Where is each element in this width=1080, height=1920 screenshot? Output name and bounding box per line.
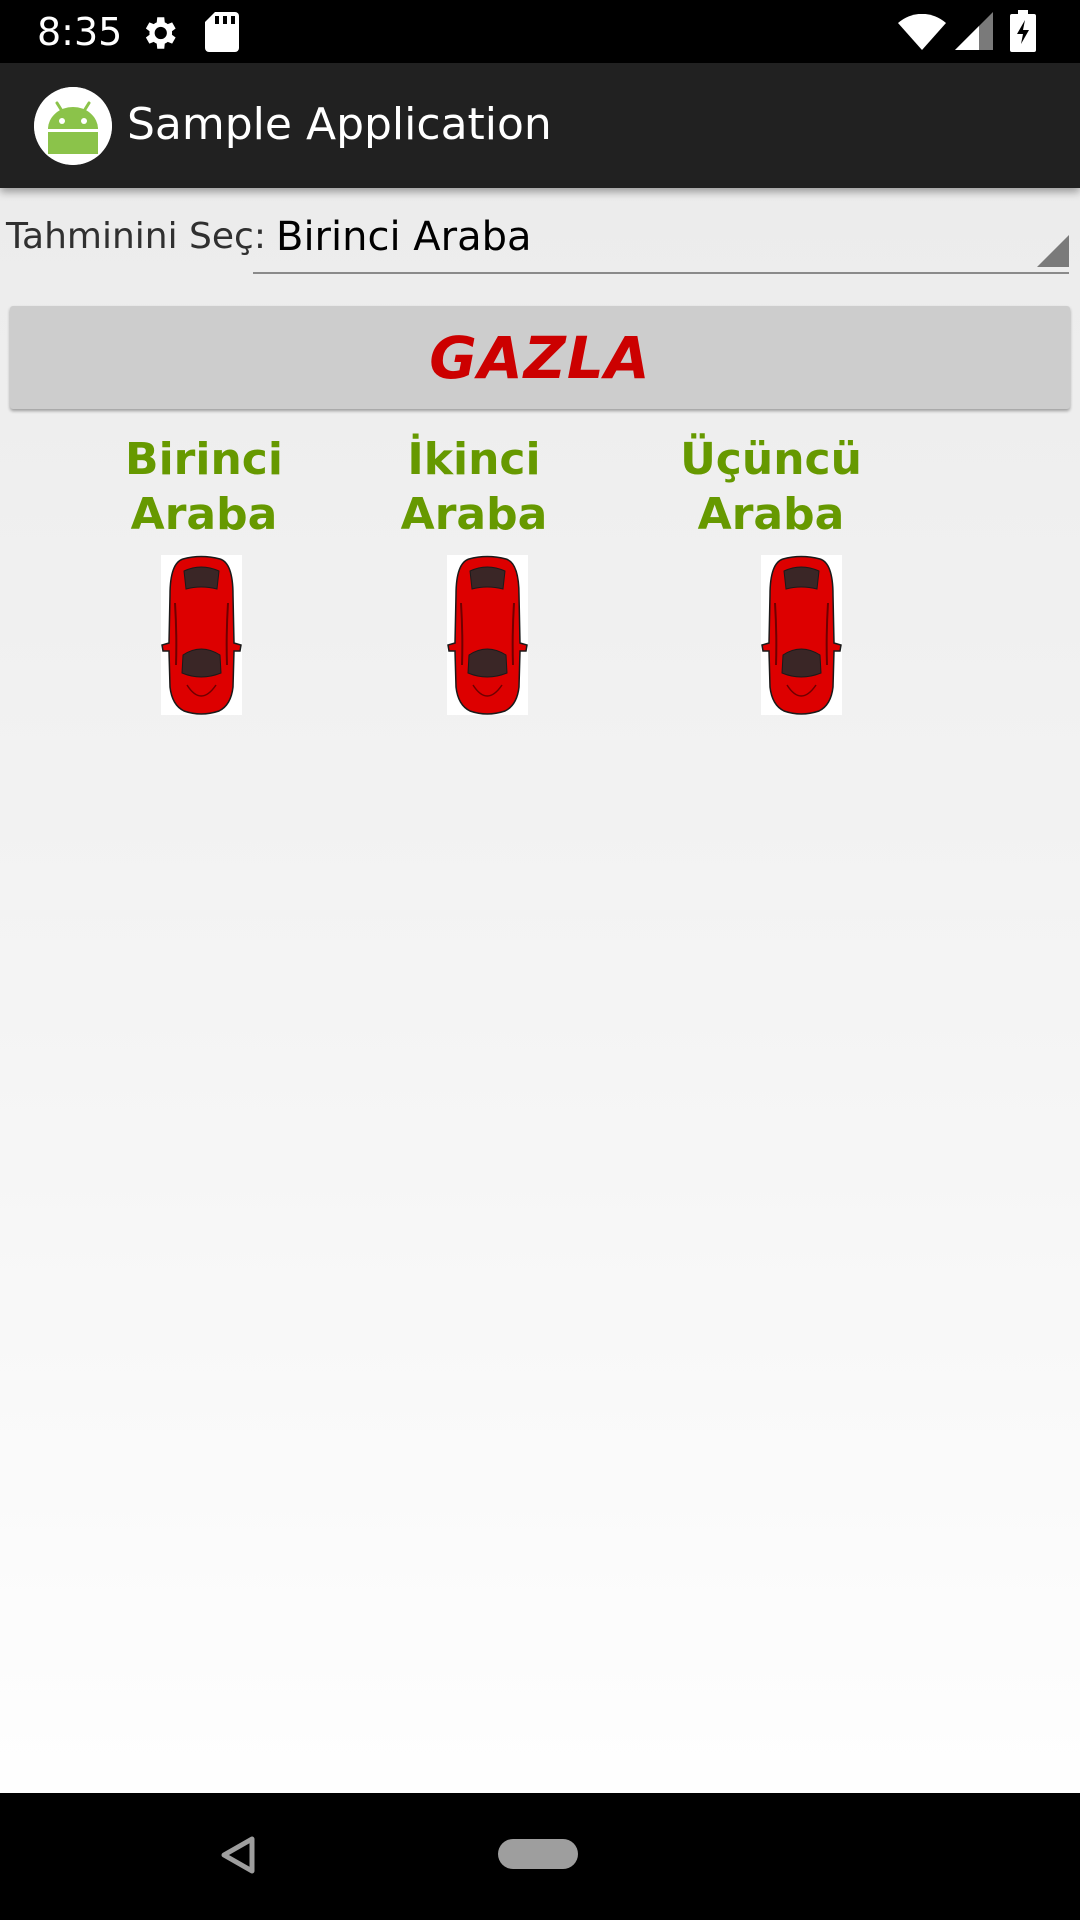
sd-card-icon [205,12,239,57]
dropdown-arrow-icon [1037,235,1069,272]
settings-icon [138,12,180,59]
status-time: 8:35 [37,10,123,54]
car-icon [447,555,528,715]
car-label-line2: Araba [400,489,548,540]
car-label-first: Birinci Araba [84,432,324,542]
car-label-third: Üçüncü Araba [651,432,891,542]
car-label-line1: Üçüncü [680,434,862,485]
car-icon [161,555,242,715]
car-label-line2: Araba [697,489,845,540]
car-label-second: İkinci Araba [354,432,594,542]
back-icon[interactable] [220,1835,256,1880]
spinner-label: Tahminini Seç: [6,216,266,257]
navigation-bar [0,1793,1080,1920]
app-title: Sample Application [127,99,552,150]
signal-icon [955,12,993,55]
car-label-line2: Araba [130,489,278,540]
android-icon [34,87,112,165]
main-content: Tahminini Seç: Birinci Araba GAZLA Birin… [0,188,1080,1793]
car-icon [761,555,842,715]
wifi-icon [898,13,946,55]
guess-spinner[interactable]: Birinci Araba [253,202,1069,274]
spinner-selected-value: Birinci Araba [276,214,532,260]
app-bar: Sample Application [0,63,1080,188]
car-label-line1: Birinci [125,434,283,485]
status-bar: 8:35 [0,0,1080,63]
battery-charging-icon [1010,10,1036,57]
gazla-button[interactable]: GAZLA [10,306,1070,409]
car-label-line1: İkinci [407,434,541,485]
home-icon[interactable] [498,1839,578,1869]
